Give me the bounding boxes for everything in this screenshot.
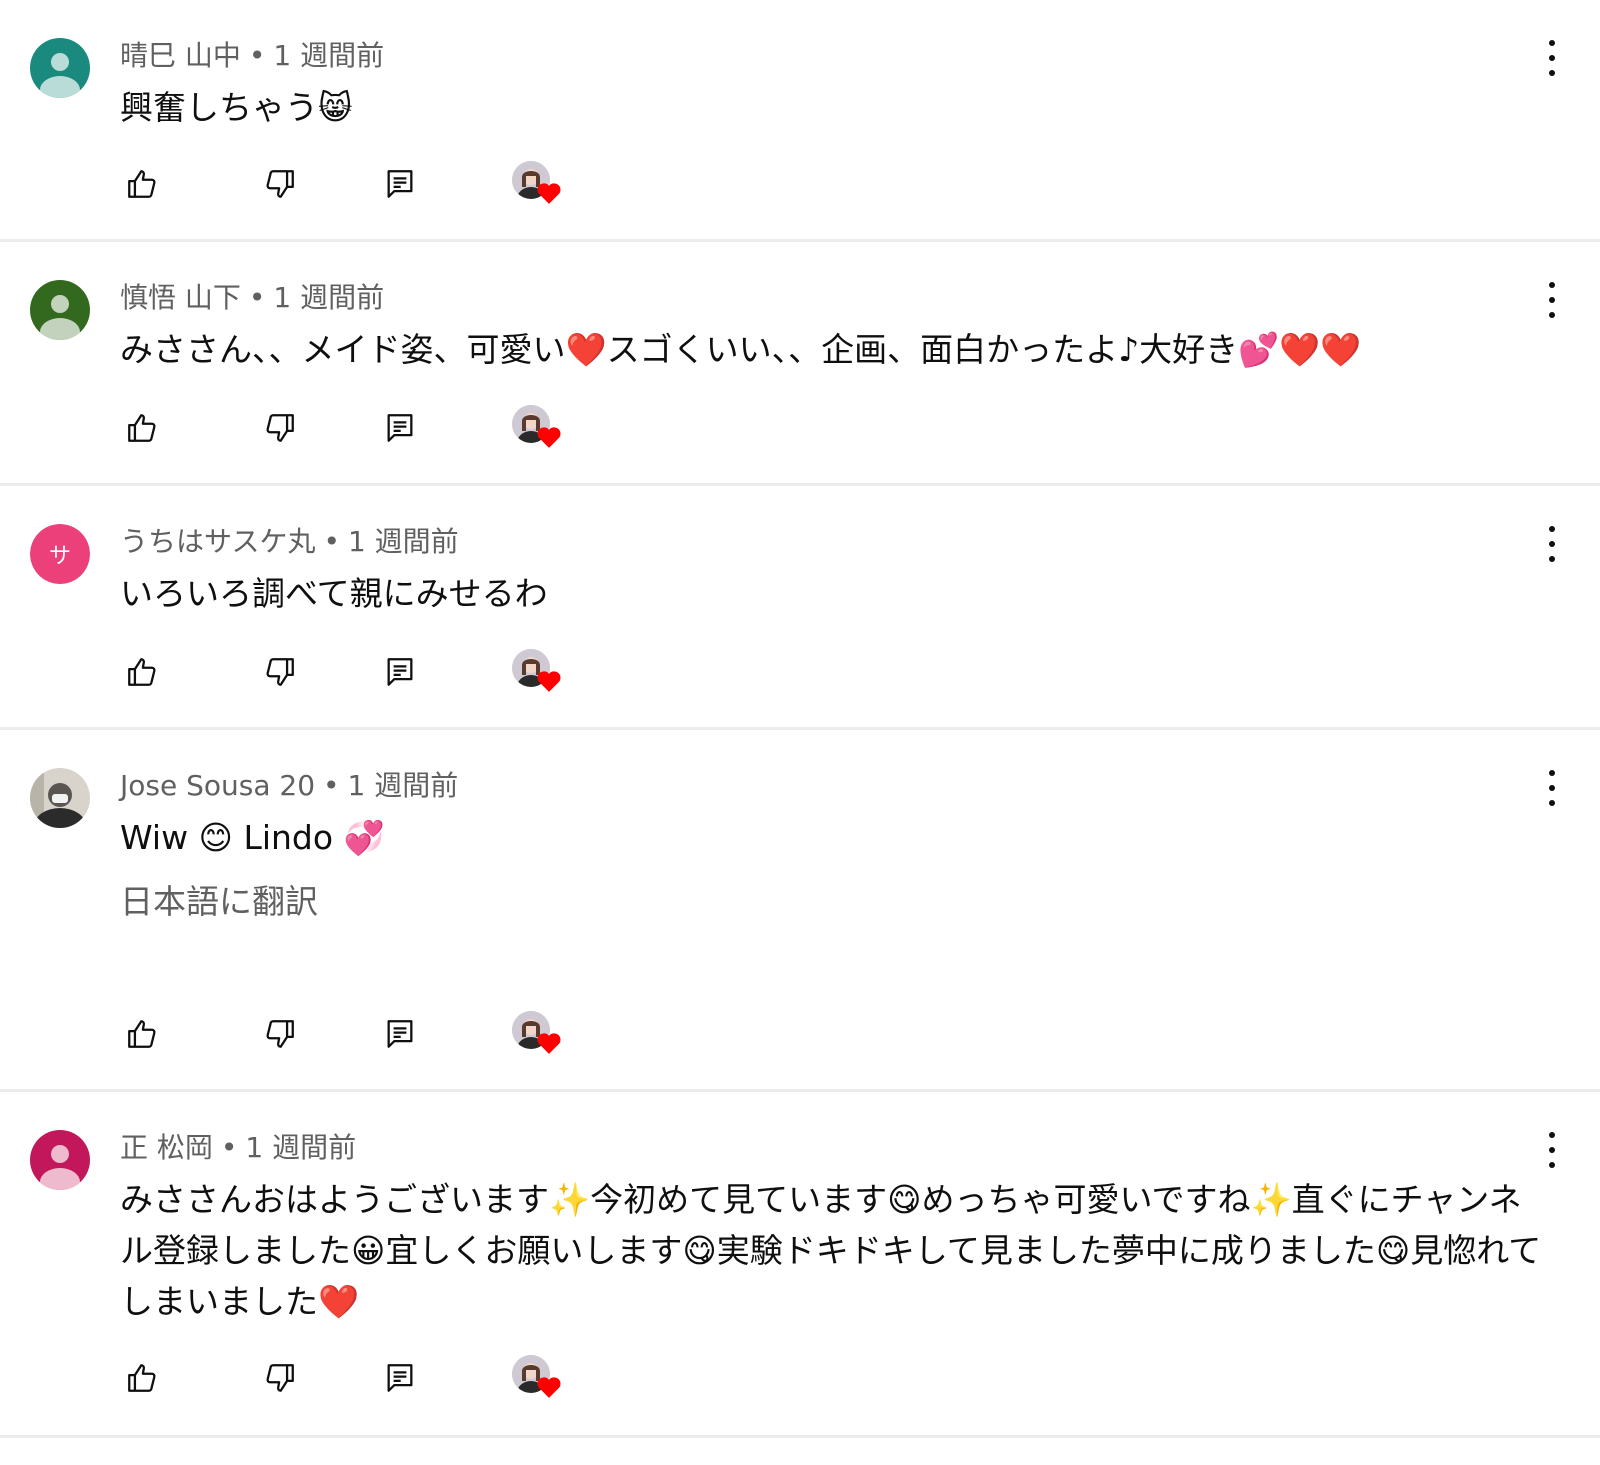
thumb-up-icon[interactable] <box>120 1009 164 1059</box>
comment-actions <box>120 647 720 697</box>
comment-item: 晴巳 山中 • 1 週間前 興奮しちゃう😸 <box>0 0 1600 242</box>
creator-heart-icon <box>512 649 564 697</box>
author-avatar[interactable]: サ <box>30 524 90 584</box>
thumb-down-icon[interactable] <box>258 647 302 697</box>
comment-item: 正 松岡 • 1 週間前みささんおはようございます✨今初めて見ています😋めっちゃ可愛… <box>0 1092 1600 1438</box>
more-vert-icon[interactable] <box>1540 1132 1564 1168</box>
comment-item: サうちはサスケ丸 • 1 週間前いろいろ調べて親にみせるわ <box>0 486 1600 730</box>
meta-separator: • <box>323 525 340 558</box>
author-name[interactable]: うちはサスケ丸 <box>120 525 315 558</box>
heart-icon <box>536 1031 562 1059</box>
reply-comment-icon[interactable] <box>378 1353 422 1403</box>
more-vert-icon[interactable] <box>1540 40 1564 76</box>
comment-actions <box>120 159 720 209</box>
thumb-up-icon[interactable] <box>120 647 164 697</box>
comment-text: Wiw 😊 Lindo 💞 <box>120 818 385 857</box>
meta-separator: • <box>248 39 266 72</box>
comment-time: 1 週間前 <box>273 39 385 72</box>
heart-icon <box>536 181 562 209</box>
meta-separator: • <box>323 769 340 802</box>
comment-time: 1 週間前 <box>245 1131 357 1164</box>
comment-time: 1 週間前 <box>347 525 459 558</box>
reply-comment-icon[interactable] <box>378 1009 422 1059</box>
more-vert-icon[interactable] <box>1540 770 1564 806</box>
thumb-up-icon[interactable] <box>120 159 164 209</box>
comment-actions <box>120 403 720 453</box>
thumb-up-icon[interactable] <box>120 1353 164 1403</box>
comment-meta: Jose Sousa 20 • 1 週間前 <box>120 766 458 806</box>
meta-separator: • <box>220 1131 238 1164</box>
comment-text: いろいろ調べて親にみせるわ <box>120 574 548 613</box>
comment-item: 慎悟 山下 • 1 週間前みささん、、メイド姿、可愛い❤️スゴくいい、、企画、面白か… <box>0 242 1600 486</box>
creator-heart-icon <box>512 1355 564 1403</box>
meta-separator: • <box>248 281 266 314</box>
thumb-down-icon[interactable] <box>258 1353 302 1403</box>
heart-icon <box>536 1375 562 1403</box>
comment-text: みささん、、メイド姿、可愛い❤️スゴくいい、、企画、面白かったよ♪大好き💕❤️❤… <box>120 330 1362 369</box>
comment-list: 晴巳 山中 • 1 週間前 興奮しちゃう😸 慎悟 山下 • 1 週間前 みささん、、メイド姿、… <box>0 0 1600 1438</box>
reply-comment-icon[interactable] <box>378 647 422 697</box>
thumb-down-icon[interactable] <box>258 159 302 209</box>
comment-meta: 晴巳 山中 • 1 週間前 <box>120 36 384 76</box>
comment-text: みささんおはようございます✨今初めて見ています😋めっちゃ可愛いですね✨直ぐにチャ… <box>120 1180 1542 1321</box>
reply-comment-icon[interactable] <box>378 403 422 453</box>
more-vert-icon[interactable] <box>1540 526 1564 562</box>
author-avatar[interactable] <box>30 1130 90 1190</box>
comment-meta: 正 松岡 • 1 週間前 <box>120 1128 356 1168</box>
comment-meta: 慎悟 山下 • 1 週間前 <box>120 278 384 318</box>
more-vert-icon[interactable] <box>1540 282 1564 318</box>
comment-item: Jose Sousa 20 • 1 週間前 Wiw 😊 Lindo 💞 日本語に翻訳 <box>0 730 1600 1092</box>
author-avatar[interactable] <box>30 768 90 828</box>
thumb-down-icon[interactable] <box>258 403 302 453</box>
comment-actions <box>120 1009 720 1059</box>
heart-icon <box>536 669 562 697</box>
creator-heart-icon <box>512 1011 564 1059</box>
heart-icon <box>536 425 562 453</box>
creator-heart-icon <box>512 161 564 209</box>
author-avatar[interactable] <box>30 280 90 340</box>
author-name[interactable]: 正 松岡 <box>120 1131 213 1164</box>
author-name[interactable]: Jose Sousa 20 <box>120 769 315 802</box>
comment-time: 1 週間前 <box>273 281 385 314</box>
author-name[interactable]: 慎悟 山下 <box>120 281 241 314</box>
reply-comment-icon[interactable] <box>378 159 422 209</box>
avatar-letter: サ <box>30 524 90 584</box>
translate-link[interactable]: 日本語に翻訳 <box>120 878 318 926</box>
comment-meta: うちはサスケ丸 • 1 週間前 <box>120 522 459 562</box>
creator-heart-icon <box>512 405 564 453</box>
thumb-down-icon[interactable] <box>258 1009 302 1059</box>
comment-text: 興奮しちゃう😸 <box>120 88 353 127</box>
comment-time: 1 週間前 <box>347 769 459 802</box>
author-name[interactable]: 晴巳 山中 <box>120 39 241 72</box>
comment-actions <box>120 1353 720 1403</box>
author-avatar[interactable] <box>30 38 90 98</box>
thumb-up-icon[interactable] <box>120 403 164 453</box>
